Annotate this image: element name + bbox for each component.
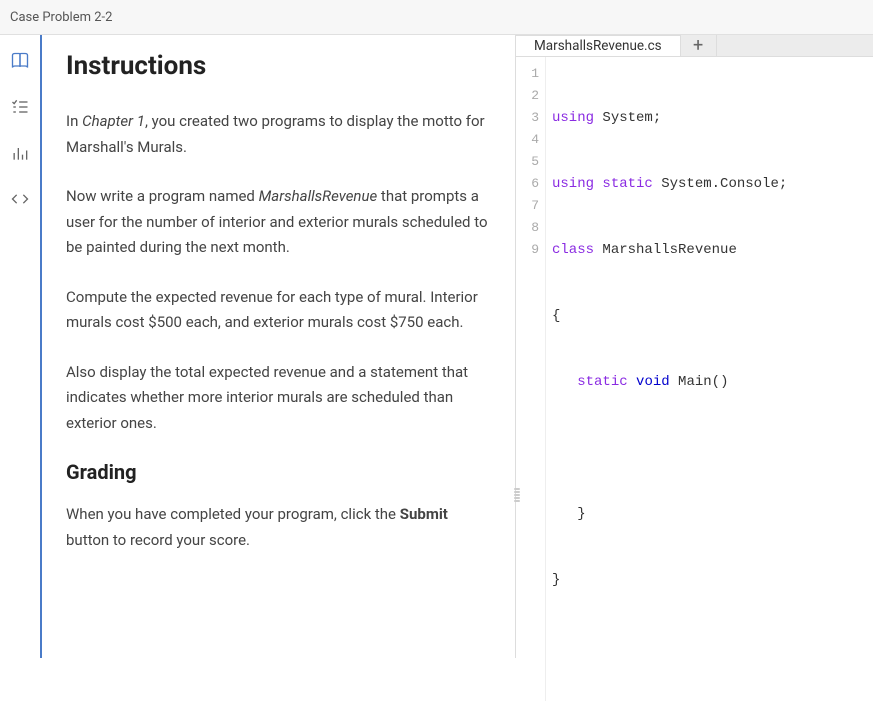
text: button to record your score. xyxy=(66,531,250,549)
instructions-p3: Compute the expected revenue for each ty… xyxy=(66,285,491,336)
line-number: 4 xyxy=(516,129,539,151)
instructions-p2: Now write a program named MarshallsReven… xyxy=(66,184,491,261)
editor-panel: MarshallsRevenue.cs + 1 2 3 4 5 6 7 8 9 … xyxy=(515,35,873,658)
resize-handle[interactable] xyxy=(512,475,522,515)
code-line[interactable]: using static System.Console; xyxy=(552,173,873,195)
checklist-icon[interactable] xyxy=(8,95,32,119)
indent xyxy=(552,374,577,390)
file-tab[interactable]: MarshallsRevenue.cs xyxy=(516,35,681,56)
chart-icon[interactable] xyxy=(8,141,32,165)
text: When you have completed your program, cl… xyxy=(66,505,400,523)
code-lines[interactable]: using System; using static System.Consol… xyxy=(546,57,873,701)
line-number: 3 xyxy=(516,107,539,129)
text: Now write a program named xyxy=(66,187,259,205)
chapter-ref: Chapter 1 xyxy=(82,112,145,130)
instructions-heading: Instructions xyxy=(66,51,491,81)
code-line[interactable] xyxy=(552,635,873,657)
content-wrapper: Instructions In Chapter 1, you created t… xyxy=(40,35,873,658)
code-text: Main() xyxy=(670,374,729,390)
line-number: 2 xyxy=(516,85,539,107)
line-gutter: 1 2 3 4 5 6 7 8 9 xyxy=(516,57,546,701)
code-text: System.Console; xyxy=(653,176,787,192)
code-text: { xyxy=(552,308,560,324)
text: In xyxy=(66,112,82,130)
code-line[interactable]: } xyxy=(552,503,873,525)
line-number: 6 xyxy=(516,173,539,195)
code-line[interactable] xyxy=(552,437,873,459)
code-line[interactable]: { xyxy=(552,305,873,327)
app-header: Case Problem 2-2 xyxy=(0,0,873,35)
keyword: using xyxy=(552,110,594,126)
code-line[interactable]: using System; xyxy=(552,107,873,129)
instructions-p4: Also display the total expected revenue … xyxy=(66,360,491,437)
line-number: 8 xyxy=(516,217,539,239)
instructions-panel: Instructions In Chapter 1, you created t… xyxy=(40,35,515,658)
main-layout: Instructions In Chapter 1, you created t… xyxy=(0,35,873,658)
code-line[interactable]: class MarshallsRevenue xyxy=(552,239,873,261)
line-number: 5 xyxy=(516,151,539,173)
code-text: } xyxy=(552,506,586,522)
program-name: MarshallsRevenue xyxy=(259,187,378,205)
sidebar xyxy=(0,35,40,658)
code-text: System; xyxy=(594,110,661,126)
keyword: void xyxy=(628,374,670,390)
grading-heading: Grading xyxy=(66,460,491,484)
keyword: static xyxy=(577,374,627,390)
code-line[interactable]: static void Main() xyxy=(552,371,873,393)
header-title: Case Problem 2-2 xyxy=(10,10,112,25)
keyword: class xyxy=(552,242,594,258)
instructions-p5: When you have completed your program, cl… xyxy=(66,502,491,553)
submit-ref: Submit xyxy=(400,505,448,523)
code-text: MarshallsRevenue xyxy=(594,242,737,258)
keyword: using xyxy=(552,176,594,192)
keyword: static xyxy=(594,176,653,192)
code-line[interactable]: } xyxy=(552,569,873,591)
code-icon[interactable] xyxy=(8,187,32,211)
code-text: } xyxy=(552,572,560,588)
instructions-p1: In Chapter 1, you created two programs t… xyxy=(66,109,491,160)
line-number: 1 xyxy=(516,63,539,85)
tab-bar: MarshallsRevenue.cs + xyxy=(516,35,873,57)
add-tab-button[interactable]: + xyxy=(681,35,717,56)
line-number: 7 xyxy=(516,195,539,217)
book-icon[interactable] xyxy=(8,49,32,73)
code-area[interactable]: 1 2 3 4 5 6 7 8 9 using System; using st… xyxy=(516,57,873,701)
line-number: 9 xyxy=(516,239,539,261)
